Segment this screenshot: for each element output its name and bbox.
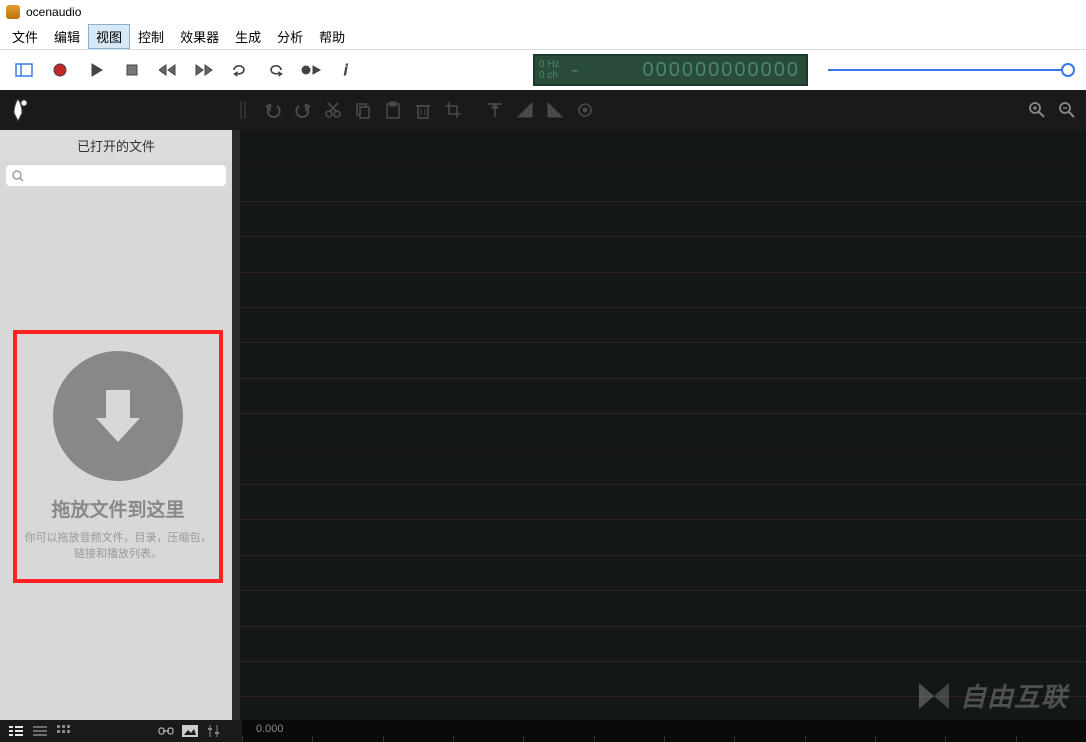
menu-control[interactable]: 控制 <box>130 24 172 49</box>
time-counter: 0 Hz 0 ch - 000000000000 <box>533 54 808 86</box>
link-icon[interactable] <box>154 721 178 741</box>
app-icon <box>6 5 20 19</box>
sidebar-toggle-icon[interactable] <box>10 56 38 84</box>
sidebar-search[interactable] <box>6 165 226 186</box>
waveform-area[interactable] <box>240 130 1086 720</box>
app-title: ocenaudio <box>26 5 81 19</box>
crop-icon[interactable] <box>440 97 466 123</box>
copy-icon[interactable] <box>350 97 376 123</box>
record-button[interactable] <box>46 56 74 84</box>
effect-icon[interactable] <box>572 97 598 123</box>
normalize-icon[interactable] <box>482 97 508 123</box>
zoom-in-icon[interactable] <box>1024 97 1050 123</box>
volume-slider[interactable] <box>828 68 1068 72</box>
counter-hz: 0 Hz <box>539 59 560 70</box>
menu-effects[interactable]: 效果器 <box>172 24 227 49</box>
redo-icon[interactable] <box>290 97 316 123</box>
status-time: 0.000 <box>246 723 294 735</box>
rewind-button[interactable] <box>154 56 182 84</box>
menu-view[interactable]: 视图 <box>88 24 130 49</box>
search-input[interactable] <box>28 169 220 183</box>
image-icon[interactable] <box>178 721 202 741</box>
counter-ch: 0 ch <box>539 70 560 81</box>
info-button[interactable]: i <box>334 56 362 84</box>
counter-digits: 000000000000 <box>643 59 800 82</box>
menu-analyze[interactable]: 分析 <box>269 24 311 49</box>
status-bar: 0.000 <box>0 720 1086 742</box>
fade-out-icon[interactable] <box>542 97 568 123</box>
record-region-button[interactable] <box>298 56 326 84</box>
menu-edit[interactable]: 编辑 <box>46 24 88 49</box>
divider-icon <box>230 97 256 123</box>
transport-toolbar: i 0 Hz 0 ch - 000000000000 <box>0 50 1086 90</box>
menu-generate[interactable]: 生成 <box>227 24 269 49</box>
counter-dash: - <box>572 59 579 82</box>
zoom-out-icon[interactable] <box>1054 97 1080 123</box>
loop-button[interactable] <box>226 56 254 84</box>
delete-icon[interactable] <box>410 97 436 123</box>
view-lines-icon[interactable] <box>28 721 52 741</box>
dropzone-desc: 你可以拖放音频文件，目录，压缩包，链接和播放列表。 <box>23 530 213 563</box>
cut-icon[interactable] <box>320 97 346 123</box>
paste-icon[interactable] <box>380 97 406 123</box>
undo-icon[interactable] <box>260 97 286 123</box>
ocenaudio-logo-icon <box>4 95 34 125</box>
title-bar: ocenaudio <box>0 0 1086 24</box>
loop-region-button[interactable] <box>262 56 290 84</box>
menu-bar: 文件 编辑 视图 控制 效果器 生成 分析 帮助 <box>0 24 1086 50</box>
fade-in-icon[interactable] <box>512 97 538 123</box>
menu-file[interactable]: 文件 <box>4 24 46 49</box>
sidebar-header: 已打开的文件 <box>0 130 232 161</box>
main-content: 已打开的文件 拖放文件到这里 你可以拖放音频文件，目录，压缩包，链接和播放列表。 <box>0 130 1086 720</box>
svg-text:i: i <box>344 62 348 78</box>
forward-button[interactable] <box>190 56 218 84</box>
dropzone-title: 拖放文件到这里 <box>51 495 184 522</box>
stop-button[interactable] <box>118 56 146 84</box>
drop-zone[interactable]: 拖放文件到这里 你可以拖放音频文件，目录，压缩包，链接和播放列表。 <box>13 330 223 583</box>
menu-help[interactable]: 帮助 <box>311 24 353 49</box>
edit-toolbar <box>0 90 1086 130</box>
timeline-scroll[interactable]: 0.000 <box>242 720 1086 742</box>
drop-arrow-icon <box>53 351 183 481</box>
play-button[interactable] <box>82 56 110 84</box>
sidebar: 已打开的文件 拖放文件到这里 你可以拖放音频文件，目录，压缩包，链接和播放列表。 <box>0 130 240 720</box>
view-grid-icon[interactable] <box>52 721 76 741</box>
view-list-icon[interactable] <box>4 721 28 741</box>
search-icon <box>12 170 24 182</box>
settings-sliders-icon[interactable] <box>202 721 226 741</box>
